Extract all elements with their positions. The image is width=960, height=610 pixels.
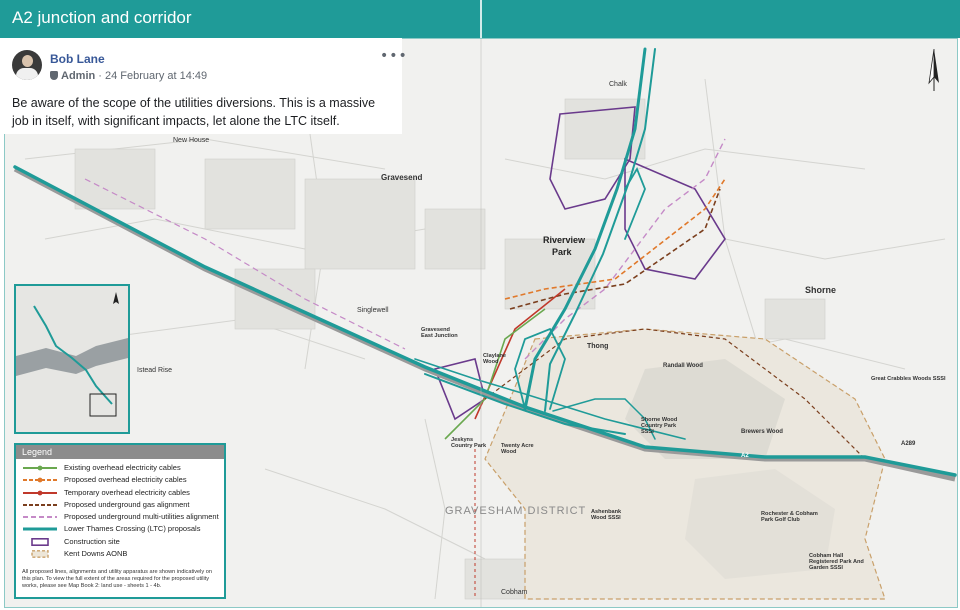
label-chalk: Chalk (609, 81, 627, 88)
legend-item: Proposed underground gas alignment (16, 499, 224, 511)
legend-item: Temporary overhead electricity cables (16, 487, 224, 499)
line-swatch-icon (23, 477, 57, 483)
line-swatch-icon (23, 503, 57, 506)
legend-item: Existing overhead electricity cables (16, 462, 224, 474)
label-rochester-cobham: Rochester & Cobham Park Golf Club (761, 511, 818, 523)
social-post-overlay: Bob Lane Admin · 24 February at 14:49 ••… (4, 38, 407, 134)
post-author[interactable]: Bob Lane (50, 52, 105, 66)
line-swatch-icon (23, 516, 57, 519)
label-thong: Thong (587, 343, 609, 350)
label-gravesham: GRAVESHAM DISTRICT (445, 505, 587, 517)
label-ashenbank: Ashenbank Wood SSSI (591, 509, 622, 521)
label-gravesend-east: Gravesend East Junction (421, 327, 458, 339)
legend-note: All proposed lines, alignments and utili… (22, 569, 212, 589)
label-a2: A2 (741, 453, 749, 459)
label-gravesend: Gravesend (381, 173, 423, 182)
inset-map-canvas (16, 286, 128, 432)
box-swatch-icon (31, 537, 49, 546)
post-text: Be aware of the scope of the utilities d… (12, 96, 376, 128)
post-meta: Admin · 24 February at 14:49 (50, 70, 207, 82)
label-jeskyns: Jeskyns Country Park (451, 437, 487, 449)
label-cobham: Cobham (501, 589, 528, 596)
label-new-house: New House (173, 137, 210, 144)
legend-item: Lower Thames Crossing (LTC) proposals (16, 523, 224, 535)
label-great-crabbles: Great Crabbles Woods SSSI (871, 376, 946, 382)
label-riverview: Riverview (543, 235, 586, 245)
inset-locator-map (14, 284, 130, 434)
label-randall-wood: Randall Wood (663, 363, 703, 369)
label-cobham-hall: Cobham Hall Registered Park And Garden S… (809, 553, 864, 571)
post-role: Admin (61, 70, 96, 82)
legend-item: Proposed underground multi-utilities ali… (16, 511, 224, 523)
label-shorne: Shorne (805, 285, 837, 295)
legend-item: Proposed overhead electricity cables (16, 474, 224, 486)
label-park: Park (552, 247, 572, 257)
label-istead-rise: Istead Rise (137, 367, 173, 374)
legend-title: Legend (16, 445, 224, 459)
label-twenty-acre: Twenty Acre Wood (501, 443, 534, 455)
line-swatch-icon (23, 465, 57, 471)
label-shorne-wood: Shorne Wood Country Park SSSI (641, 417, 678, 435)
line-swatch-icon (23, 527, 57, 531)
label-brewers-wood: Brewers Wood (741, 429, 783, 435)
post-date[interactable]: 24 February at 14:49 (105, 70, 207, 82)
legend-item: Construction site (16, 536, 224, 548)
north-arrow-icon (928, 48, 939, 91)
admin-shield-icon (50, 71, 58, 80)
box-swatch-icon (31, 550, 49, 558)
label-a289: A289 (901, 441, 916, 447)
avatar[interactable] (12, 50, 42, 80)
legend-items: Existing overhead electricity cables Pro… (16, 459, 224, 560)
label-singlewell: Singlewell (357, 307, 389, 314)
map-legend: Legend Existing overhead electricity cab… (14, 443, 226, 599)
legend-item: Kent Downs AONB (16, 548, 224, 560)
line-swatch-icon (23, 490, 57, 495)
page-title: A2 junction and corridor (12, 8, 192, 27)
banner-divider (480, 0, 482, 38)
label-claylane: Claylane Wood (483, 353, 507, 365)
more-options-button[interactable]: ••• (380, 48, 408, 64)
header-banner: A2 junction and corridor (0, 0, 960, 38)
